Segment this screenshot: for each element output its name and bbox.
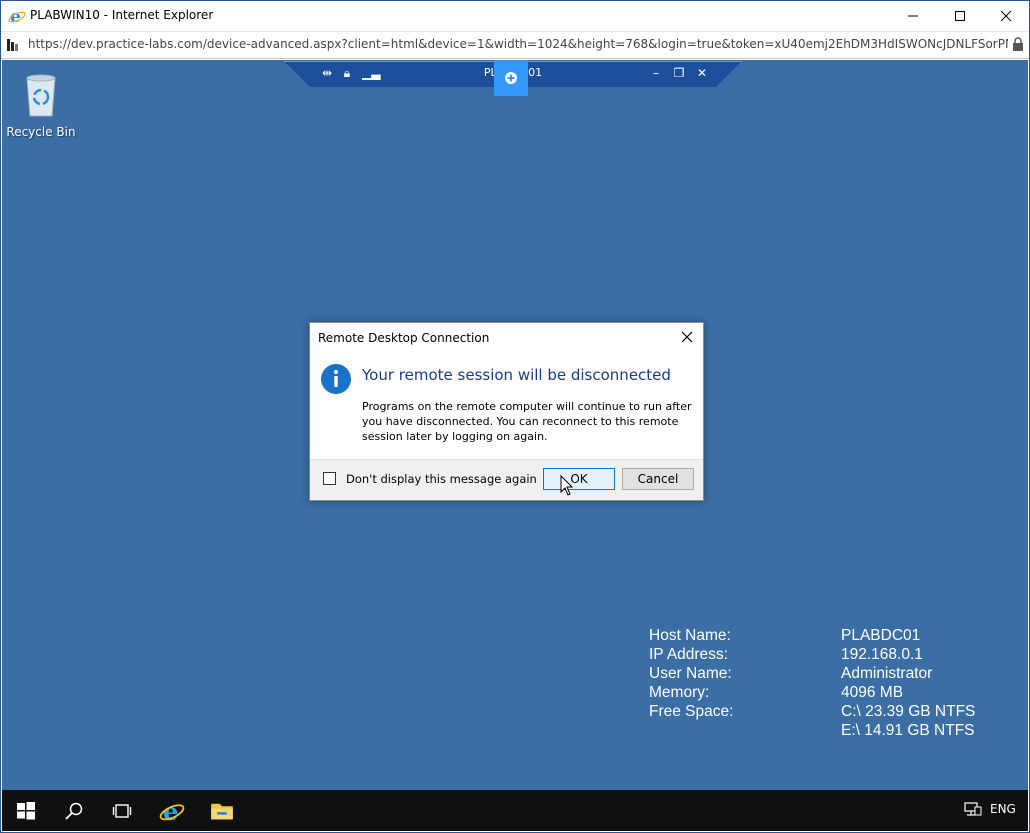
user-name-value: Administrator — [841, 665, 933, 682]
lock-icon[interactable] — [1012, 37, 1024, 51]
search-icon — [65, 802, 83, 820]
network-icon[interactable] — [964, 801, 982, 817]
free-space-c-value: C:\ 23.39 GB NTFS — [841, 703, 976, 720]
mouse-cursor-icon — [560, 475, 574, 496]
taskbar-internet-explorer[interactable]: e — [148, 790, 196, 831]
taskbar-file-explorer[interactable] — [198, 790, 246, 831]
language-indicator[interactable]: ENG — [990, 802, 1016, 816]
minimize-rdp-icon[interactable]: – — [649, 66, 663, 80]
close-icon — [1000, 10, 1012, 21]
user-name-label: User Name: — [649, 665, 732, 682]
maximize-button[interactable] — [937, 0, 983, 31]
memory-label: Memory: — [649, 684, 710, 701]
host-name-label: Host Name: — [649, 627, 731, 644]
url-text[interactable]: https://dev.practice-labs.com/device-adv… — [28, 37, 1008, 51]
folder-icon — [211, 803, 233, 819]
host-info-panel: Host Name: PLABDC01 IP Address: 192.168.0.… — [649, 627, 1009, 741]
dont-display-checkbox[interactable] — [323, 472, 336, 485]
internet-explorer-icon: e — [8, 7, 26, 25]
site-favicon-icon — [7, 39, 18, 51]
dialog-footer: Don't display this message again OK Canc… — [310, 459, 703, 500]
recycle-bin-label: Recycle Bin — [6, 125, 76, 139]
recycle-bin-icon — [26, 74, 56, 117]
browser-titlebar: e PLABWIN10 - Internet Explorer — [0, 0, 1030, 32]
plus-circle-icon — [505, 72, 517, 84]
start-button[interactable] — [2, 790, 50, 831]
restore-rdp-icon[interactable]: ❐ — [672, 66, 686, 80]
rdp-toolbar-toggle[interactable] — [494, 60, 528, 96]
ip-address-value: 192.168.0.1 — [841, 646, 923, 663]
dont-display-checkbox-label[interactable]: Don't display this message again — [346, 472, 537, 486]
cancel-button[interactable]: Cancel — [622, 468, 694, 490]
task-view-button[interactable] — [98, 790, 146, 831]
window-title: PLABWIN10 - Internet Explorer — [30, 8, 214, 22]
dialog-heading: Your remote session will be disconnected — [362, 366, 671, 384]
maximize-icon — [955, 10, 965, 21]
ip-address-label: IP Address: — [649, 646, 728, 663]
close-icon[interactable] — [679, 329, 695, 345]
close-window-button[interactable] — [983, 0, 1029, 31]
search-button[interactable] — [50, 790, 98, 831]
minimize-button[interactable] — [890, 0, 936, 31]
dialog-message: Programs on the remote computer will con… — [362, 400, 692, 443]
close-rdp-icon[interactable]: ✕ — [695, 66, 709, 80]
ok-button[interactable]: OK — [543, 468, 615, 490]
internet-explorer-icon: e — [159, 798, 185, 824]
free-space-e-value: E:\ 14.91 GB NTFS — [841, 722, 975, 739]
address-bar[interactable]: https://dev.practice-labs.com/device-adv… — [0, 32, 1030, 59]
host-name-value: PLABDC01 — [841, 627, 921, 644]
memory-value: 4096 MB — [841, 684, 904, 701]
disconnect-dialog: Remote Desktop Connection Your remote se… — [309, 322, 704, 501]
info-icon — [321, 364, 351, 394]
windows-logo-icon — [17, 801, 35, 819]
minimize-icon — [908, 15, 918, 16]
task-view-icon — [112, 803, 132, 818]
free-space-label: Free Space: — [649, 703, 734, 720]
recycle-bin[interactable]: Recycle Bin — [6, 70, 76, 139]
dialog-title: Remote Desktop Connection — [318, 331, 490, 345]
taskbar: e ENG — [2, 790, 1028, 831]
